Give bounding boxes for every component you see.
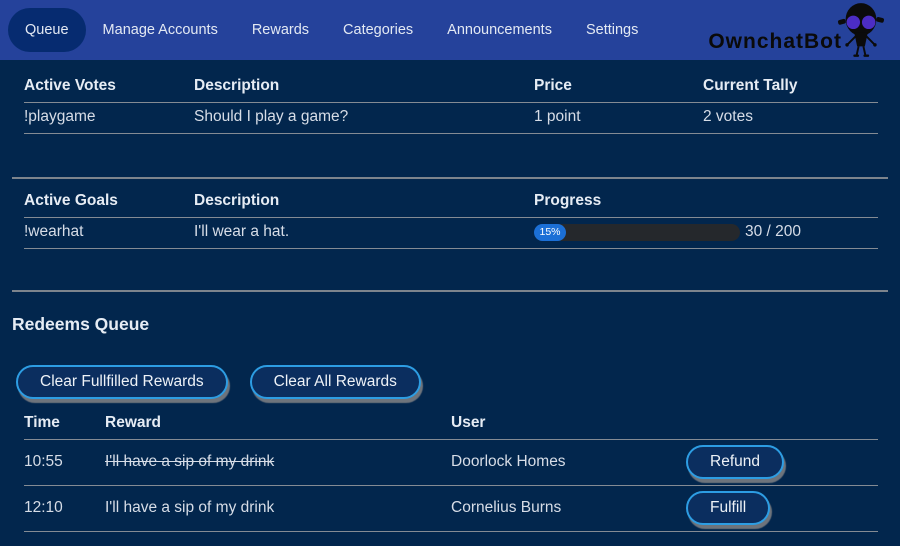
votes-header-tally: Current Tally — [703, 73, 878, 103]
refund-button[interactable]: Refund — [686, 445, 784, 479]
logo: OwnchatBot — [708, 0, 886, 60]
vote-description: Should I play a game? — [194, 103, 534, 134]
redeem-time: 12:10 — [24, 486, 105, 532]
goal-description: I'll wear a hat. — [194, 218, 534, 249]
active-goals-table: Active Goals Description Progress !wearh… — [24, 188, 878, 249]
redeems-header-action — [686, 410, 878, 440]
progress-bar-track: 15% — [534, 224, 740, 241]
redeems-header-row: Time Reward User — [24, 410, 878, 440]
progress-bar-fill: 15% — [534, 224, 566, 241]
tab-settings[interactable]: Settings — [569, 8, 655, 52]
goals-header-description: Description — [194, 188, 534, 218]
goal-progress: 15% 30 / 200 — [534, 223, 878, 241]
vote-price: 1 point — [534, 103, 703, 134]
redeem-user: Doorlock Homes — [451, 440, 686, 486]
progress-count-label: 30 / 200 — [745, 223, 801, 241]
redeems-header-reward: Reward — [105, 410, 451, 440]
logo-text: OwnchatBot — [708, 30, 842, 54]
redeem-action-cell: Fulfill — [686, 486, 878, 532]
tab-categories[interactable]: Categories — [326, 8, 430, 52]
goal-progress-cell: 15% 30 / 200 — [534, 218, 878, 249]
vote-command: !playgame — [24, 103, 194, 134]
redeem-time: 10:55 — [24, 440, 105, 486]
queue-page: Active Votes Description Price Current T… — [0, 73, 900, 532]
tab-rewards[interactable]: Rewards — [235, 8, 326, 52]
goal-row: !wearhat I'll wear a hat. 15% 30 / 200 — [24, 218, 878, 249]
nav-tabs: Queue Manage Accounts Rewards Categories… — [8, 8, 655, 52]
votes-header-row: Active Votes Description Price Current T… — [24, 73, 878, 103]
section-divider — [12, 290, 888, 292]
goals-header-row: Active Goals Description Progress — [24, 188, 878, 218]
redeems-table: Time Reward User 10:55 I'll have a sip o… — [24, 410, 878, 532]
robot-icon — [836, 1, 886, 59]
redeems-header-user: User — [451, 410, 686, 440]
redeem-reward: I'll have a sip of my drink — [105, 486, 451, 532]
redeem-row: 12:10 I'll have a sip of my drink Cornel… — [24, 486, 878, 532]
redeem-row: 10:55 I'll have a sip of my drink Doorlo… — [24, 440, 878, 486]
section-divider — [12, 177, 888, 179]
vote-tally: 2 votes — [703, 103, 878, 134]
redeem-user: Cornelius Burns — [451, 486, 686, 532]
clear-all-rewards-button[interactable]: Clear All Rewards — [250, 365, 421, 399]
redeem-action-cell: Refund — [686, 440, 878, 486]
votes-header-description: Description — [194, 73, 534, 103]
top-navbar: Queue Manage Accounts Rewards Categories… — [0, 0, 900, 60]
redeems-header-time: Time — [24, 410, 105, 440]
tab-manage-accounts[interactable]: Manage Accounts — [86, 8, 235, 52]
tab-queue[interactable]: Queue — [8, 8, 86, 52]
tab-announcements[interactable]: Announcements — [430, 8, 569, 52]
votes-header-price: Price — [534, 73, 703, 103]
goals-header-command: Active Goals — [24, 188, 194, 218]
redeems-actions: Clear Fullfilled Rewards Clear All Rewar… — [16, 365, 888, 399]
goals-header-progress: Progress — [534, 188, 878, 218]
redeem-reward: I'll have a sip of my drink — [105, 440, 451, 486]
vote-row: !playgame Should I play a game? 1 point … — [24, 103, 878, 134]
clear-fulfilled-rewards-button[interactable]: Clear Fullfilled Rewards — [16, 365, 228, 399]
progress-percent-badge: 15% — [539, 226, 560, 238]
goal-command: !wearhat — [24, 218, 194, 249]
votes-header-command: Active Votes — [24, 73, 194, 103]
active-votes-table: Active Votes Description Price Current T… — [24, 73, 878, 134]
redeems-queue-title: Redeems Queue — [12, 314, 888, 335]
fulfill-button[interactable]: Fulfill — [686, 491, 770, 525]
